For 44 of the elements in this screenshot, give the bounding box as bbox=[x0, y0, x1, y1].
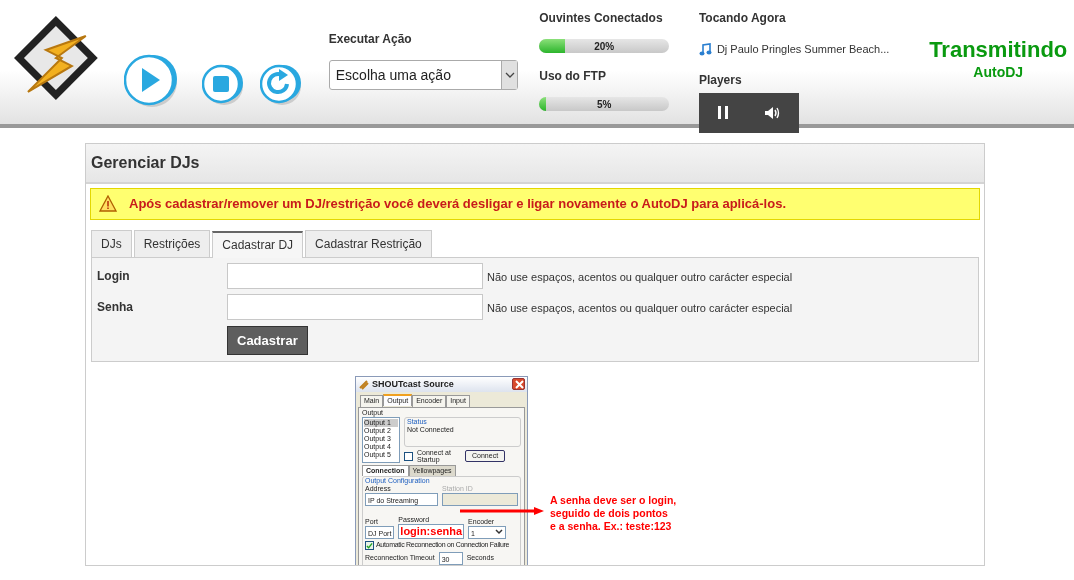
volume-icon[interactable] bbox=[764, 105, 781, 120]
caret-icon bbox=[504, 71, 515, 79]
tab[interactable]: DJs bbox=[91, 229, 132, 257]
field-hint: Não use espaços, acentos ou qualquer outro carácter especial bbox=[487, 301, 793, 317]
close-icon bbox=[513, 379, 526, 391]
submit-button[interactable]: Cadastrar bbox=[227, 325, 308, 355]
status-subtitle: AutoDJ bbox=[972, 63, 1025, 83]
panel-title: Gerenciar DJs bbox=[86, 144, 984, 184]
stop-icon bbox=[201, 63, 246, 108]
caret-icon bbox=[495, 527, 504, 535]
checkbox[interactable] bbox=[404, 451, 413, 461]
input-field[interactable] bbox=[442, 493, 518, 507]
meter-label: Uso do FTP bbox=[539, 68, 607, 85]
input-field[interactable] bbox=[227, 293, 483, 320]
track-title: Dj Paulo Pringles Summer Beach... bbox=[716, 42, 890, 57]
input-field[interactable] bbox=[227, 262, 483, 289]
action-select[interactable]: Escolha uma ação bbox=[328, 60, 519, 90]
close-button[interactable] bbox=[512, 378, 525, 390]
field-label: Senha bbox=[97, 298, 134, 316]
check-icon bbox=[366, 541, 373, 549]
annotation-text: e a senha. Ex.: teste:123 bbox=[550, 520, 673, 534]
field-label: Executar Ação bbox=[328, 31, 413, 48]
progress-reading: 20% bbox=[593, 40, 616, 53]
music-note-icon bbox=[698, 42, 712, 56]
section-label: Players bbox=[698, 71, 743, 89]
window-title: SHOUTcast Source bbox=[372, 379, 454, 390]
refresh-icon bbox=[259, 63, 304, 108]
play-icon bbox=[123, 53, 180, 110]
field-hint: Não use espaços, acentos ou qualquer outro carácter especial bbox=[487, 270, 793, 286]
checkbox[interactable] bbox=[365, 540, 374, 550]
tab[interactable]: Restrições bbox=[133, 229, 211, 257]
annotation-text: seguido de dois pontos bbox=[550, 507, 669, 521]
meter-label: Ouvintes Conectados bbox=[539, 10, 664, 27]
alert-text: Após cadastrar/remover um DJ/restrição você deverá desligar e ligar novamente o AutoDJ para aplicá-los. bbox=[129, 195, 786, 213]
status-title: Transmitindo bbox=[928, 38, 1069, 63]
warning-icon bbox=[99, 195, 117, 213]
progress-reading: 5% bbox=[596, 98, 613, 111]
pause-icon[interactable] bbox=[716, 106, 729, 119]
input-field[interactable]: login:senha bbox=[398, 524, 465, 539]
section-label: Tocando Agora bbox=[698, 10, 787, 27]
field-label: Login bbox=[97, 267, 131, 285]
annotation-text: A senha deve ser o login, bbox=[550, 494, 677, 508]
tab[interactable]: Cadastrar DJ bbox=[212, 230, 304, 258]
tab[interactable]: Cadastrar Restrição bbox=[305, 229, 432, 257]
